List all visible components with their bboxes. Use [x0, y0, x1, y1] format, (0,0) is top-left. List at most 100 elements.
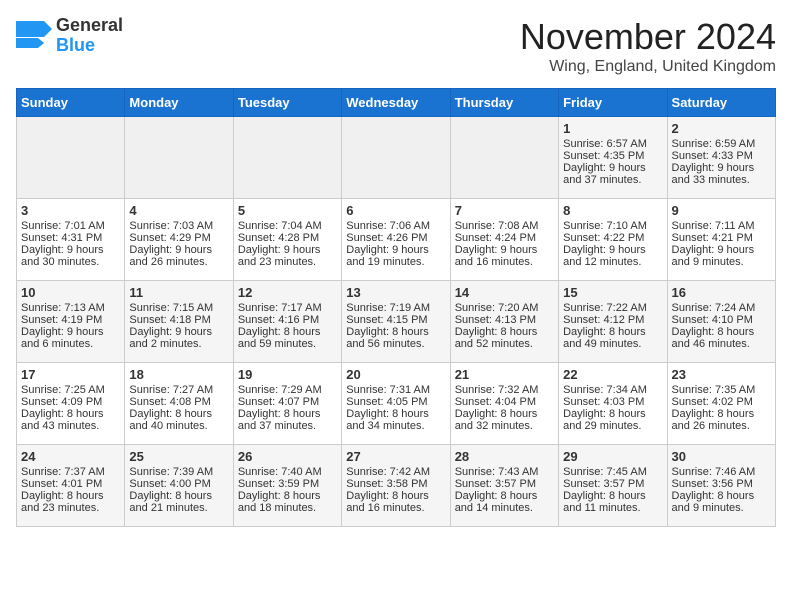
day-info-line: Daylight: 8 hours [672, 408, 771, 420]
day-info-line: Sunset: 4:35 PM [563, 150, 662, 162]
day-info-line: and 29 minutes. [563, 420, 662, 432]
day-number: 15 [563, 285, 662, 300]
day-info-line: Daylight: 8 hours [238, 490, 337, 502]
day-number: 5 [238, 203, 337, 218]
day-info-line: and 32 minutes. [455, 420, 554, 432]
col-thursday: Thursday [450, 89, 558, 117]
day-info-line: Sunset: 4:18 PM [129, 314, 228, 326]
day-info-line: and 9 minutes. [672, 256, 771, 268]
day-info-line: Daylight: 8 hours [563, 490, 662, 502]
day-number: 11 [129, 285, 228, 300]
cell-day-4: 4Sunrise: 7:03 AMSunset: 4:29 PMDaylight… [125, 199, 233, 281]
day-info-line: Sunset: 4:05 PM [346, 396, 445, 408]
day-number: 17 [21, 367, 120, 382]
week-row-3: 10Sunrise: 7:13 AMSunset: 4:19 PMDayligh… [17, 281, 776, 363]
header-row: Sunday Monday Tuesday Wednesday Thursday… [17, 89, 776, 117]
day-info-line: Daylight: 8 hours [346, 326, 445, 338]
day-info-line: Sunrise: 7:04 AM [238, 220, 337, 232]
day-info-line: Sunset: 4:01 PM [21, 478, 120, 490]
day-info-line: Sunset: 4:22 PM [563, 232, 662, 244]
day-info-line: Sunrise: 7:24 AM [672, 302, 771, 314]
day-info-line: Daylight: 8 hours [563, 408, 662, 420]
day-info-line: and 12 minutes. [563, 256, 662, 268]
week-row-4: 17Sunrise: 7:25 AMSunset: 4:09 PMDayligh… [17, 363, 776, 445]
day-info-line: Sunrise: 7:43 AM [455, 466, 554, 478]
day-info-line: and 9 minutes. [672, 502, 771, 514]
cell-day-26: 26 Sunrise: 7:40 AMSunset: 3:59 PMDayligh… [233, 445, 341, 527]
day-info-line: Sunrise: 7:35 AM [672, 384, 771, 396]
day-number: 13 [346, 285, 445, 300]
cell-day-empty [17, 117, 125, 199]
day-info-line: Sunrise: 7:20 AM [455, 302, 554, 314]
day-info-line: Sunset: 3:59 PM [238, 478, 337, 490]
day-info-line: Sunset: 4:21 PM [672, 232, 771, 244]
cell-day-30: 30Sunrise: 7:46 AMSunset: 3:56 PMDayligh… [667, 445, 775, 527]
day-info-line: and 43 minutes. [21, 420, 120, 432]
calendar-table: Sunday Monday Tuesday Wednesday Thursday… [16, 88, 776, 527]
day-info-line: Sunrise: 7:27 AM [129, 384, 228, 396]
day-info-line: Daylight: 8 hours [346, 490, 445, 502]
cell-day-empty [233, 117, 341, 199]
day-info-line: and 14 minutes. [455, 502, 554, 514]
day-info-line: Sunrise: 7:40 AM [238, 466, 337, 478]
day-info-line: Daylight: 9 hours [563, 162, 662, 174]
day-info-line: and 6 minutes. [21, 338, 120, 350]
cell-day-2: 2Sunrise: 6:59 AMSunset: 4:33 PMDaylight… [667, 117, 775, 199]
day-info-line: Daylight: 8 hours [238, 408, 337, 420]
day-info-line: and 30 minutes. [21, 256, 120, 268]
cell-day-29: 29Sunrise: 7:45 AMSunset: 3:57 PMDayligh… [559, 445, 667, 527]
day-info-line: Sunrise: 7:17 AM [238, 302, 337, 314]
day-info-line: Sunrise: 7:37 AM [21, 466, 120, 478]
cell-day-21: 21Sunrise: 7:32 AMSunset: 4:04 PMDayligh… [450, 363, 558, 445]
day-number: 19 [238, 367, 337, 382]
day-info-line: Daylight: 8 hours [563, 326, 662, 338]
day-number: 30 [672, 449, 771, 464]
day-info-line: and 18 minutes. [238, 502, 337, 514]
col-wednesday: Wednesday [342, 89, 450, 117]
day-info-line: and 23 minutes. [238, 256, 337, 268]
day-info-line: Sunset: 3:56 PM [672, 478, 771, 490]
day-number: 22 [563, 367, 662, 382]
day-info-line: Sunrise: 7:29 AM [238, 384, 337, 396]
day-info-line: Daylight: 8 hours [21, 408, 120, 420]
day-info-line: Daylight: 8 hours [455, 326, 554, 338]
cell-day-24: 24Sunrise: 7:37 AMSunset: 4:01 PMDayligh… [17, 445, 125, 527]
day-info-line: and 2 minutes. [129, 338, 228, 350]
day-number: 7 [455, 203, 554, 218]
day-info-line: Sunset: 4:09 PM [21, 396, 120, 408]
day-info-line: Sunset: 3:58 PM [346, 478, 445, 490]
day-info-line: Sunrise: 7:39 AM [129, 466, 228, 478]
day-number: 20 [346, 367, 445, 382]
cell-day-17: 17Sunrise: 7:25 AMSunset: 4:09 PMDayligh… [17, 363, 125, 445]
day-info-line: and 26 minutes. [672, 420, 771, 432]
day-info-line: Sunset: 4:31 PM [21, 232, 120, 244]
day-info-line: and 16 minutes. [346, 502, 445, 514]
cell-day-23: 23Sunrise: 7:35 AMSunset: 4:02 PMDayligh… [667, 363, 775, 445]
day-info-line: Daylight: 8 hours [672, 326, 771, 338]
day-info-line: Sunset: 4:04 PM [455, 396, 554, 408]
day-number: 25 [129, 449, 228, 464]
logo-blue-text: Blue [56, 36, 123, 56]
day-number: 29 [563, 449, 662, 464]
cell-day-9: 9Sunrise: 7:11 AMSunset: 4:21 PMDaylight… [667, 199, 775, 281]
day-number: 27 [346, 449, 445, 464]
day-info-line: and 37 minutes. [238, 420, 337, 432]
day-number: 16 [672, 285, 771, 300]
cell-day-16: 16Sunrise: 7:24 AMSunset: 4:10 PMDayligh… [667, 281, 775, 363]
day-number: 26 [238, 449, 337, 464]
day-info-line: Sunset: 4:26 PM [346, 232, 445, 244]
day-info-line: Sunset: 4:08 PM [129, 396, 228, 408]
day-info-line: and 26 minutes. [129, 256, 228, 268]
day-info-line: Daylight: 9 hours [21, 326, 120, 338]
col-friday: Friday [559, 89, 667, 117]
day-info-line: Sunrise: 6:59 AM [672, 138, 771, 150]
week-row-1: 1Sunrise: 6:57 AMSunset: 4:35 PMDaylight… [17, 117, 776, 199]
day-info-line: Sunrise: 7:13 AM [21, 302, 120, 314]
day-info-line: and 21 minutes. [129, 502, 228, 514]
day-info-line: Sunset: 4:15 PM [346, 314, 445, 326]
day-info-line: and 52 minutes. [455, 338, 554, 350]
cell-day-10: 10Sunrise: 7:13 AMSunset: 4:19 PMDayligh… [17, 281, 125, 363]
day-info-line: Daylight: 9 hours [672, 162, 771, 174]
cell-day-28: 28Sunrise: 7:43 AMSunset: 3:57 PMDayligh… [450, 445, 558, 527]
day-info-line: Sunrise: 7:31 AM [346, 384, 445, 396]
